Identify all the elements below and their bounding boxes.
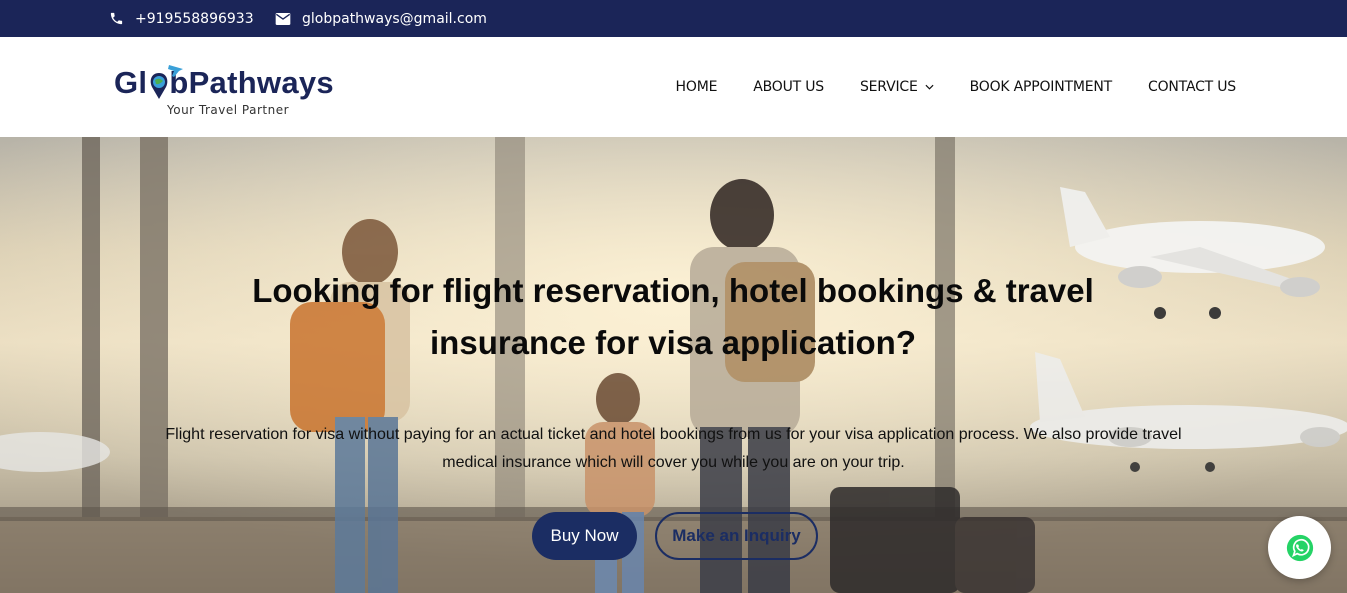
nav-book-label: BOOK APPOINTMENT [969, 79, 1113, 95]
nav-about-label: ABOUT US [753, 79, 824, 95]
email-address: globpathways@gmail.com [302, 10, 487, 27]
nav-service[interactable]: SERVICE [860, 79, 934, 95]
phone-number: +919558896933 [135, 10, 254, 27]
logo-text-part1: Gl [114, 65, 148, 100]
phone-icon [110, 12, 123, 25]
nav-home[interactable]: HOME [676, 79, 718, 95]
nav-contact-label: CONTACT US [1148, 79, 1236, 95]
email-contact[interactable]: globpathways@gmail.com [275, 0, 487, 37]
globe-pin-icon [150, 65, 183, 99]
phone-contact[interactable]: +919558896933 [109, 0, 254, 37]
site-logo[interactable]: Gl bPathways Your Travel Partner [114, 57, 354, 121]
hero-subtitle: Flight reservation for visa without payi… [165, 426, 1182, 471]
site-header: Gl bPathways Your Travel Partner HOME ABO… [0, 37, 1347, 137]
whatsapp-chat-button[interactable] [1268, 516, 1331, 579]
nav-book-appointment[interactable]: BOOK APPOINTMENT [969, 79, 1113, 95]
hero-title: Looking for flight reservation, hotel bo… [252, 272, 1094, 361]
mail-icon [275, 12, 291, 25]
buy-now-button[interactable]: Buy Now [532, 512, 637, 560]
nav-about-us[interactable]: ABOUT US [753, 79, 824, 95]
chevron-down-icon [925, 84, 934, 90]
whatsapp-icon [1286, 534, 1313, 561]
logo-text-part2: bPathways [169, 65, 334, 100]
top-contact-bar: +919558896933 globpathways@gmail.com [0, 0, 1347, 37]
logo-tagline: Your Travel Partner [167, 103, 290, 117]
nav-home-label: HOME [675, 79, 718, 95]
nav-service-label: SERVICE [859, 79, 918, 95]
make-inquiry-button[interactable]: Make an Inquiry [655, 512, 818, 560]
hero-section: Looking for flight reservation, hotel bo… [0, 137, 1347, 593]
main-nav: HOME ABOUT US SERVICE BOOK APPOINTMENT C… [640, 37, 1237, 137]
nav-contact-us[interactable]: CONTACT US [1148, 79, 1236, 95]
